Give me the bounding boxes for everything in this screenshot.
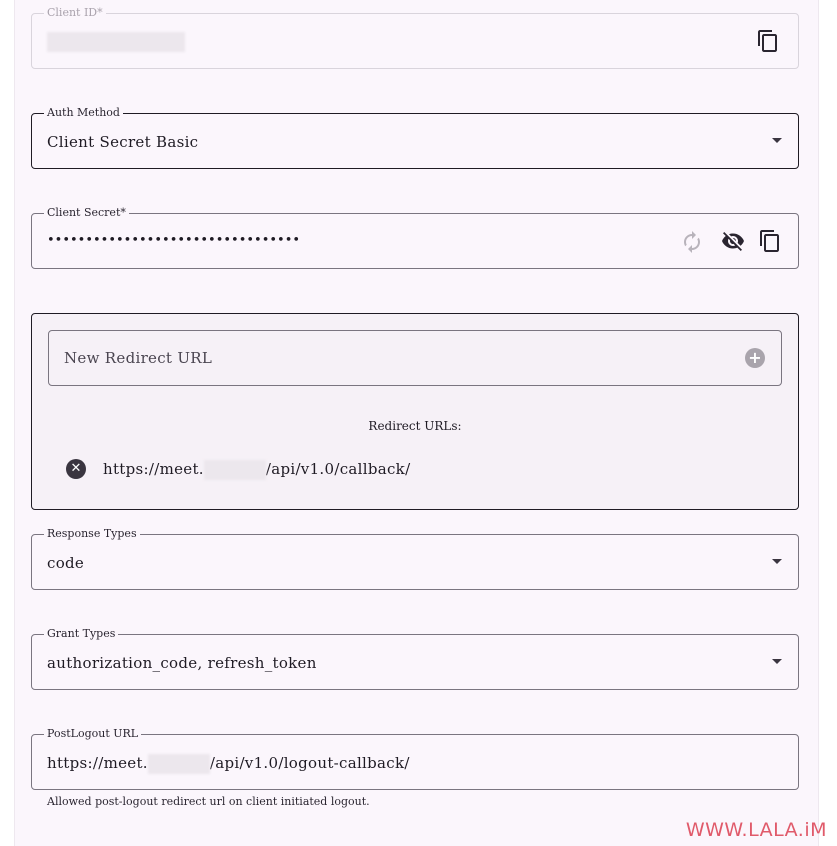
regenerate-secret-button[interactable]	[680, 230, 704, 254]
redirect-url-prefix: https://meet.	[103, 460, 204, 478]
remove-redirect-url-button[interactable]: ✕	[66, 459, 86, 479]
post-logout-url-label: PostLogout URL	[44, 727, 142, 741]
watermark: WWW.LALA.iM	[685, 819, 827, 841]
new-redirect-url-placeholder: New Redirect URL	[64, 349, 213, 367]
auth-method-label: Auth Method	[44, 106, 123, 120]
client-id-value	[47, 31, 185, 52]
client-id-label: Client ID*	[44, 6, 106, 20]
visibility-off-icon	[722, 232, 744, 251]
copy-client-secret-button[interactable]	[758, 229, 782, 253]
grant-types-label: Grant Types	[44, 627, 119, 641]
post-logout-helper-text: Allowed post-logout redirect url on clie…	[47, 795, 370, 808]
grant-types-value: authorization_code, refresh_token	[47, 654, 317, 672]
response-types-value: code	[47, 554, 85, 572]
add-circle-icon: +	[748, 348, 762, 367]
cancel-circle-icon: ✕	[70, 461, 82, 476]
redirect-urls-heading: Redirect URLs:	[368, 419, 462, 433]
post-logout-url-prefix: https://meet.	[47, 754, 148, 772]
client-secret-field[interactable]: Client Secret* •••••••••••••••••••••••••…	[31, 206, 799, 269]
copy-icon	[758, 30, 777, 52]
arrow-drop-down-icon	[772, 138, 782, 143]
post-logout-url-value: https://meet. /api/v1.0/logout-callback/	[47, 753, 410, 774]
client-secret-value: •••••••••••••••••••••••••••••••••	[47, 233, 301, 248]
arrow-drop-down-icon	[772, 659, 782, 664]
redirect-url-text: https://meet. /api/v1.0/callback/	[103, 459, 410, 480]
redirect-urls-section: New Redirect URL + Redirect URLs: ✕ http…	[31, 313, 799, 510]
redacted-client-id	[47, 32, 185, 52]
toggle-secret-visibility-button[interactable]	[721, 229, 745, 253]
arrow-drop-down-icon	[772, 559, 782, 564]
copy-icon	[760, 230, 779, 252]
redirect-url-suffix: /api/v1.0/callback/	[265, 460, 411, 478]
copy-client-id-button[interactable]	[756, 29, 780, 53]
redacted-domain	[147, 754, 210, 774]
response-types-select[interactable]: Response Types code	[31, 527, 799, 590]
add-redirect-url-button[interactable]: +	[745, 348, 765, 368]
response-types-label: Response Types	[44, 527, 140, 541]
post-logout-url-field[interactable]: PostLogout URL https://meet. /api/v1.0/lo…	[31, 727, 799, 790]
grant-types-select[interactable]: Grant Types authorization_code, refresh_…	[31, 627, 799, 690]
auth-method-value: Client Secret Basic	[47, 133, 199, 151]
refresh-icon	[684, 231, 700, 253]
client-secret-label: Client Secret*	[44, 206, 129, 220]
redacted-domain	[203, 460, 266, 480]
post-logout-url-suffix: /api/v1.0/logout-callback/	[209, 754, 410, 772]
new-redirect-url-input[interactable]: New Redirect URL +	[48, 330, 782, 386]
client-id-field: Client ID*	[31, 6, 799, 69]
auth-method-select[interactable]: Auth Method Client Secret Basic	[31, 106, 799, 169]
